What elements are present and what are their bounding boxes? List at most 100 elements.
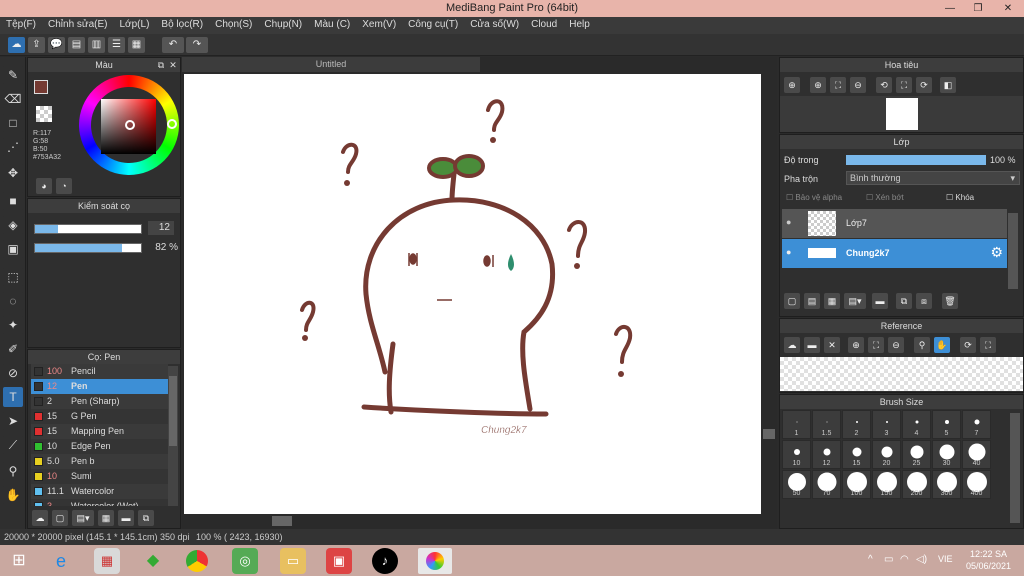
float-icon[interactable]: ⧉ [156, 58, 166, 72]
merge-icon[interactable]: ⧈ [916, 293, 932, 309]
menu-layer[interactable]: Lớp(L) [114, 17, 156, 32]
battery-icon[interactable]: ▭ [884, 554, 893, 565]
brush-item[interactable]: 3 Watercolor (Wet) [31, 499, 168, 506]
menu-file[interactable]: Tệp(F) [0, 17, 42, 32]
list-icon[interactable]: ☰ [108, 37, 125, 53]
brush-item[interactable]: 12Pen⚙ [31, 379, 168, 394]
dotted-brush-icon[interactable]: ⋰ [3, 137, 23, 157]
menu-filter[interactable]: Bộ lọc(R) [155, 17, 209, 32]
protect-alpha-checkbox[interactable]: ☐ Bảo vệ alpha [786, 193, 842, 202]
eyedropper-icon[interactable]: ⚲ [3, 461, 23, 481]
sv-square[interactable] [101, 99, 156, 154]
undo-icon[interactable]: ↶ [162, 37, 184, 53]
drawing-canvas[interactable]: Chung2k7 [184, 74, 761, 514]
brush-size-cell[interactable]: 40 [962, 440, 991, 469]
gradient-tool-icon[interactable]: ▣ [3, 239, 23, 259]
layer-scrollbar[interactable] [1008, 213, 1018, 289]
zoom-in-icon[interactable]: ⊕ [784, 77, 800, 93]
file-explorer-icon[interactable]: ▭ [280, 548, 306, 574]
menu-snap[interactable]: Chụp(N) [258, 17, 308, 32]
select-rect-icon[interactable]: ⬚ [3, 267, 23, 287]
canvas-vertical-scrollbar[interactable] [763, 74, 775, 514]
brush-size-scrollbar[interactable] [1010, 413, 1020, 523]
brush-settings-icon[interactable]: ▦ [98, 510, 114, 526]
reference-preview[interactable] [780, 357, 1023, 391]
internet-explorer-icon[interactable]: e [48, 548, 74, 574]
fit-icon[interactable]: ⛶ [830, 77, 846, 93]
brush-size-cell[interactable]: 10 [782, 440, 811, 469]
brush-item[interactable]: 5.0 Pen b [31, 454, 168, 469]
add-layer-menu-icon[interactable]: ▤▾ [844, 293, 866, 309]
volume-icon[interactable]: ◁) [916, 554, 927, 565]
clock-time[interactable]: 12:22 SA [970, 549, 1007, 559]
ref-eyedropper-icon[interactable]: ⚲ [914, 337, 930, 353]
brush-list-scrollbar[interactable] [168, 366, 178, 506]
tiktok-icon[interactable]: ♪ [372, 548, 398, 574]
brush-tool-icon[interactable]: ✎ [3, 65, 23, 85]
cloud-reference-icon[interactable]: ☁ [784, 337, 800, 353]
canvas-horizontal-scrollbar[interactable] [184, 515, 761, 527]
chrome-icon[interactable] [186, 550, 208, 572]
opacity-slider[interactable] [34, 243, 142, 253]
maximize-button[interactable]: ❐ [966, 0, 990, 17]
calculator-app-icon[interactable]: ▦ [94, 548, 120, 574]
bluestacks-icon[interactable]: ◆ [140, 548, 166, 574]
layer-row[interactable]: ● Lớp7 [782, 209, 1007, 238]
ref-reset-icon[interactable]: ⛶ [980, 337, 996, 353]
brush-item[interactable]: 100 Pencil [31, 364, 168, 379]
document-tab[interactable]: Untitled [182, 57, 480, 72]
menu-edit[interactable]: Chỉnh sửa(E) [42, 17, 114, 32]
navigator-preview[interactable] [780, 96, 1023, 132]
move-tool-icon[interactable]: ✥ [3, 163, 23, 183]
brush-item[interactable]: 2 Pen (Sharp) [31, 394, 168, 409]
reset-icon[interactable]: ⛶ [896, 77, 912, 93]
color-picker-icon[interactable]: ◔ [56, 178, 72, 194]
ref-zoom-out-icon[interactable]: ⊖ [888, 337, 904, 353]
sv-handle[interactable] [125, 120, 135, 130]
add-brush-icon[interactable]: ▤▾ [72, 510, 94, 526]
new-layer2-icon[interactable]: ▤ [804, 293, 820, 309]
text-tool-icon[interactable]: T [3, 387, 23, 407]
brush-item[interactable]: 15 Mapping Pen [31, 424, 168, 439]
ref-rotate-icon[interactable]: ⟳ [960, 337, 976, 353]
brush-size-cell[interactable]: 150 [872, 470, 901, 499]
brush-size-cell[interactable]: 25 [902, 440, 931, 469]
brush-size-cell[interactable]: 50 [782, 470, 811, 499]
size-value[interactable]: 12 [148, 221, 174, 235]
brush-item[interactable]: 15 G Pen [31, 409, 168, 424]
brush-size-cell[interactable]: 4 [902, 410, 931, 439]
brush-size-cell[interactable]: 1 [782, 410, 811, 439]
brush-size-cell[interactable]: 3 [872, 410, 901, 439]
layer-row-selected[interactable]: ● Chung2k7 ⚙ [782, 239, 1007, 268]
primary-color-swatch[interactable] [34, 80, 48, 94]
menu-view[interactable]: Xem(V) [356, 17, 402, 32]
layer-opacity-slider[interactable] [846, 155, 986, 165]
open-reference-icon[interactable]: ▬ [804, 337, 820, 353]
medibang-taskbar-icon[interactable] [418, 548, 452, 574]
lock-checkbox[interactable]: ☐ Khóa [946, 193, 974, 202]
zoom-out-icon[interactable]: ⊖ [850, 77, 866, 93]
ref-hand-icon[interactable]: ✋ [934, 337, 950, 353]
brush-size-cell[interactable]: 30 [932, 440, 961, 469]
wifi-icon[interactable]: ◠ [900, 554, 909, 565]
menu-cloud[interactable]: Cloud [525, 17, 563, 32]
brush-size-cell[interactable]: 70 [812, 470, 841, 499]
new-layer-icon[interactable]: ▢ [784, 293, 800, 309]
divide-tool-icon[interactable]: ⟋ [3, 435, 23, 455]
folder-icon[interactable]: ▬ [872, 293, 888, 309]
rotate-left-icon[interactable]: ⟲ [876, 77, 892, 93]
menu-select[interactable]: Chọn(S) [209, 17, 258, 32]
brush-size-cell[interactable]: 2 [842, 410, 871, 439]
close-window-button[interactable]: ✕ [996, 0, 1020, 17]
halftone-layer-icon[interactable]: ▦ [824, 293, 840, 309]
ref-zoom-in-icon[interactable]: ⊕ [848, 337, 864, 353]
input-language[interactable]: VIE [938, 554, 953, 564]
hue-handle[interactable] [167, 119, 177, 129]
speech-bubble-icon[interactable]: ▤ [68, 37, 85, 53]
grid-icon[interactable]: ▦ [128, 37, 145, 53]
brush-item[interactable]: 10 Edge Pen [31, 439, 168, 454]
brush-size-cell[interactable]: 100 [842, 470, 871, 499]
menu-window[interactable]: Cửa số(W) [464, 17, 525, 32]
brush-item[interactable]: 11.1 Watercolor [31, 484, 168, 499]
zoom-icon[interactable]: ⊕ [810, 77, 826, 93]
